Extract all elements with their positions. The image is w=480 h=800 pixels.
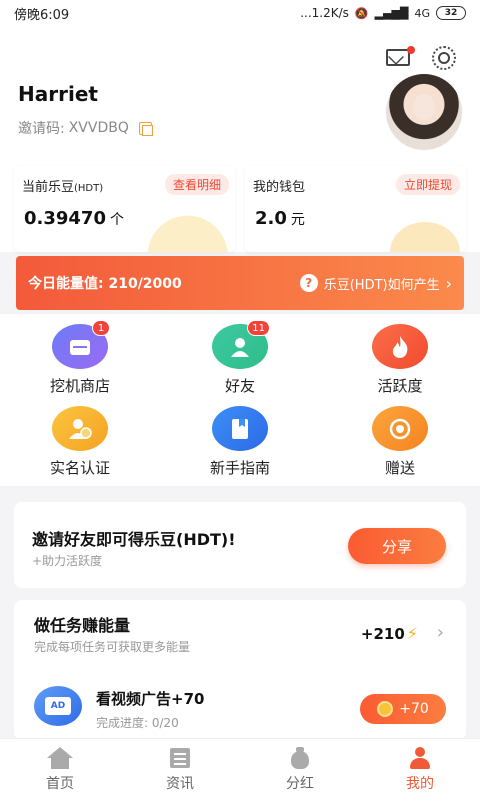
question-icon: ? — [299, 274, 318, 292]
task-energy-value: +210 — [360, 624, 405, 643]
invite-code-row: 邀请码: XVVDBQ — [18, 118, 153, 138]
bolt-icon: ⚡ — [406, 624, 418, 643]
tab-label: 分红 — [286, 775, 314, 792]
task-card: 做任务赚能量 完成每项任务可获取更多能量 +210 ⚡ › AD 看视频广告+7… — [14, 600, 466, 740]
energy-banner[interactable]: 今日能量值: 210/2000 ? 乐豆(HDT)如何产生 › — [16, 256, 464, 310]
tab-label: 我的 — [406, 775, 434, 792]
task-energy[interactable]: +210 ⚡ — [361, 624, 418, 643]
tab-news[interactable]: 资讯 — [120, 739, 240, 800]
grid-item-verify[interactable]: 实名认证 — [0, 396, 160, 478]
friends-badge: 11 — [247, 320, 270, 336]
tab-me[interactable]: 我的 — [360, 739, 480, 800]
signal-icon: ▂▄▆█ — [374, 6, 409, 20]
unread-dot — [407, 46, 415, 54]
hdt-value: 0.39470 — [24, 208, 106, 229]
header-actions — [386, 46, 458, 70]
grid-item-store[interactable]: 1 挖机商店 — [0, 314, 160, 396]
task-subtitle: 完成每项任务可获取更多能量 — [34, 640, 191, 654]
home-icon — [47, 746, 73, 769]
video-ad-icon: AD — [34, 686, 82, 726]
feature-grid: 1 挖机商店 11 好友 活跃度 实名认证 新手指南 赠送 — [0, 314, 480, 486]
hdt-unit: 个 — [109, 212, 124, 228]
grid-item-activity[interactable]: 活跃度 — [320, 314, 480, 396]
hdt-balance-card[interactable]: 当前乐豆(HDT) 查看明细 0.39470 个 — [14, 166, 235, 252]
username: Harriet — [18, 82, 98, 106]
gift-icon — [372, 406, 428, 451]
card-value: 2.0 元 — [255, 208, 305, 229]
money-bag-icon — [287, 746, 313, 769]
share-button[interactable]: 分享 — [348, 528, 446, 564]
tab-dividend[interactable]: 分红 — [240, 739, 360, 800]
avatar[interactable] — [386, 74, 462, 150]
card-value: 0.39470 个 — [24, 208, 124, 229]
card-label-suffix: (HDT) — [74, 183, 104, 194]
tab-home[interactable]: 首页 — [0, 739, 120, 800]
copy-icon[interactable] — [138, 121, 153, 136]
withdraw-link[interactable]: 立即提现 — [395, 174, 460, 195]
status-right: ...1.2K/s 🔕 ▂▄▆█ 4G 32 — [300, 6, 466, 20]
chevron-right-icon: › — [445, 273, 452, 293]
wallet-unit: 元 — [290, 212, 305, 228]
reward-value: +70 — [399, 701, 429, 717]
user-icon — [407, 746, 433, 769]
profile-header: Harriet 邀请码: XVVDBQ — [0, 26, 480, 166]
hdt-help-text: 乐豆(HDT)如何产生 — [323, 277, 440, 293]
bottom-tab-bar: 首页 资讯 分红 我的 — [0, 738, 480, 800]
grid-label: 新手指南 — [209, 459, 270, 477]
wallet-value: 2.0 — [255, 208, 287, 229]
store-icon: 1 — [52, 320, 110, 369]
task-item-title: 看视频广告+70 — [96, 690, 205, 708]
grid-label: 好友 — [224, 377, 255, 395]
tab-label: 资讯 — [166, 775, 194, 792]
settings-button[interactable] — [432, 46, 458, 70]
battery-icon: 32 — [436, 6, 466, 20]
invite-friends-card: 邀请好友即可得乐豆(HDT)! +助力活跃度 分享 — [14, 502, 466, 588]
status-bar: 傍晚6:09 ...1.2K/s 🔕 ▂▄▆█ 4G 32 — [0, 0, 480, 26]
claim-reward-button[interactable]: +70 — [360, 694, 446, 724]
invite-code: XVVDBQ — [68, 120, 129, 136]
signal-label: 4G — [414, 6, 430, 20]
balance-cards: 当前乐豆(HDT) 查看明细 0.39470 个 我的钱包 立即提现 2.0 元 — [0, 166, 480, 252]
invite-label: 邀请码: — [18, 121, 65, 137]
chevron-right-icon[interactable]: › — [437, 622, 444, 643]
bean-decoration — [138, 206, 232, 252]
grid-label: 赠送 — [384, 459, 415, 477]
card-label-text: 当前乐豆 — [22, 180, 75, 195]
id-verify-icon — [52, 406, 108, 451]
grid-label: 活跃度 — [377, 377, 423, 395]
task-title: 做任务赚能量 — [34, 616, 131, 635]
grid-item-friends[interactable]: 11 好友 — [160, 314, 320, 396]
coin-icon — [377, 701, 394, 717]
view-details-link[interactable]: 查看明细 — [164, 174, 229, 195]
invite-subtitle: +助力活跃度 — [32, 554, 103, 568]
profile-page: 傍晚6:09 ...1.2K/s 🔕 ▂▄▆█ 4G 32 Harriet 邀请… — [0, 0, 480, 800]
wallet-card[interactable]: 我的钱包 立即提现 2.0 元 — [245, 166, 466, 252]
grid-label: 实名认证 — [49, 459, 110, 477]
status-time: 傍晚6:09 — [14, 7, 70, 23]
friend-icon: 11 — [212, 320, 270, 369]
card-label-text: 我的钱包 — [253, 180, 306, 195]
gear-icon — [432, 46, 456, 70]
mute-icon: 🔕 — [354, 6, 369, 20]
guide-icon — [212, 406, 268, 451]
grid-item-gift[interactable]: 赠送 — [320, 396, 480, 478]
battery-level: 32 — [444, 8, 458, 18]
task-item-video-ad: AD 看视频广告+70 完成进度: 0/20 +70 — [14, 680, 466, 740]
network-speed: ...1.2K/s — [300, 6, 349, 20]
tab-label: 首页 — [46, 775, 74, 792]
avatar-face — [413, 94, 435, 120]
fire-icon — [372, 324, 428, 369]
message-button[interactable] — [386, 46, 415, 70]
news-icon — [167, 747, 193, 769]
invite-title: 邀请好友即可得乐豆(HDT)! — [32, 530, 236, 549]
task-item-progress: 完成进度: 0/20 — [96, 716, 179, 730]
energy-value: 今日能量值: 210/2000 — [28, 276, 182, 292]
grid-label: 挖机商店 — [49, 377, 110, 395]
store-badge: 1 — [92, 320, 110, 336]
hdt-help-link[interactable]: ? 乐豆(HDT)如何产生 › — [299, 273, 452, 293]
coin-decoration — [390, 222, 460, 252]
ad-label: AD — [45, 697, 71, 715]
grid-item-guide[interactable]: 新手指南 — [160, 396, 320, 478]
